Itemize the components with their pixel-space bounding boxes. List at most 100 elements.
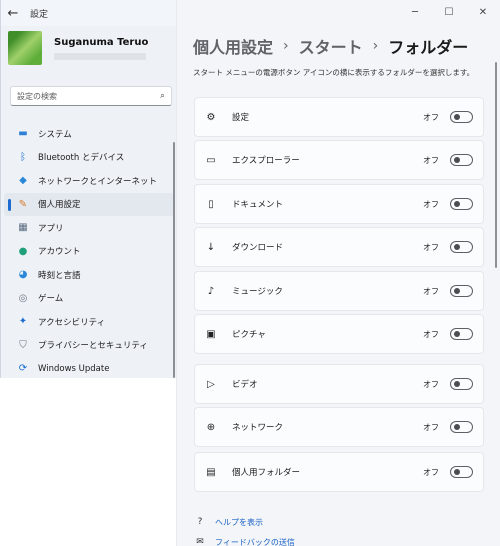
app-title: 設定 bbox=[30, 9, 49, 20]
toggle-knob bbox=[454, 381, 460, 387]
title-bar: ← 設定 ─ ☐ ✕ bbox=[0, 0, 500, 26]
search-icon: ⌕ bbox=[159, 91, 165, 101]
folder-toggle[interactable] bbox=[450, 466, 473, 478]
sidebar-item-label: アカウント bbox=[38, 247, 81, 258]
sidebar-item-label: Bluetooth とデバイス bbox=[38, 153, 125, 164]
folder-label: ミュージック bbox=[232, 287, 283, 297]
picture-icon: ▣ bbox=[206, 328, 216, 340]
folder-label: ドキュメント bbox=[232, 200, 284, 210]
help-links: ? ヘルプを表示 ✉ フィードバックの送信 bbox=[194, 512, 295, 546]
bluetooth-icon: ᛒ bbox=[20, 151, 26, 163]
close-icon: ✕ bbox=[478, 6, 488, 18]
back-button[interactable]: ← bbox=[0, 0, 26, 26]
sidebar-item-account[interactable]: ● アカウント bbox=[4, 240, 174, 264]
folder-row-user-folder: ▤ 個人用フォルダー オフ bbox=[194, 452, 484, 492]
close-button[interactable]: ✕ bbox=[466, 0, 500, 24]
window-edge bbox=[0, 0, 1, 378]
help-link[interactable]: ? ヘルプを表示 bbox=[194, 512, 295, 532]
folder-row-document: ▯ ドキュメント オフ bbox=[194, 184, 484, 224]
minimize-button[interactable]: ─ bbox=[398, 0, 432, 24]
folder-toggle[interactable] bbox=[450, 378, 473, 390]
folder-label: 個人用フォルダー bbox=[232, 468, 301, 478]
folder-label: エクスプローラー bbox=[232, 156, 300, 166]
feedback-link[interactable]: ✉ フィードバックの送信 bbox=[194, 532, 295, 546]
breadcrumb-personalization[interactable]: 個人用設定 bbox=[193, 34, 273, 58]
download-icon: ↓ bbox=[206, 241, 216, 253]
sidebar-nav: ▬ システム ᛒ Bluetooth とデバイス ◆ ネットワークとインターネット ✎ 個人用… bbox=[4, 122, 174, 381]
folder-toggle[interactable] bbox=[450, 285, 473, 297]
search-placeholder: 設定の検索 bbox=[17, 91, 57, 101]
sidebar-item-label: ゲーム bbox=[38, 294, 64, 305]
sidebar-item-gamepad[interactable]: ◎ ゲーム bbox=[4, 287, 174, 311]
update-icon: ⟳ bbox=[18, 363, 28, 375]
folder-label: ダウンロード bbox=[232, 243, 284, 253]
toggle-state-text: オフ bbox=[423, 242, 439, 252]
toggle-state-text: オフ bbox=[423, 199, 439, 209]
sidebar-item-label: プライバシーとセキュリティ bbox=[38, 341, 148, 352]
folder-row-picture: ▣ ピクチャ オフ bbox=[194, 314, 484, 354]
folder-row-gear: ⚙ 設定 オフ bbox=[194, 97, 484, 137]
sidebar-item-label: アプリ bbox=[38, 223, 64, 234]
toggle-knob bbox=[454, 201, 460, 207]
folder-toggle[interactable] bbox=[450, 198, 473, 210]
sidebar-item-label: 個人用設定 bbox=[38, 200, 81, 211]
sidebar-item-update[interactable]: ⟳ Windows Update bbox=[4, 357, 174, 381]
avatar bbox=[8, 31, 42, 65]
sidebar-item-globe-clock[interactable]: ◕ 時刻と言語 bbox=[4, 263, 174, 287]
window-controls: ─ ☐ ✕ bbox=[398, 0, 500, 24]
folder-row-folder: ▭ エクスプローラー オフ bbox=[194, 140, 484, 180]
toggle-state-text: オフ bbox=[423, 286, 439, 296]
shield-icon: ⛉ bbox=[19, 339, 27, 351]
accessibility-icon: ✦ bbox=[18, 316, 28, 328]
sidebar-scrollbar[interactable] bbox=[173, 142, 175, 378]
gamepad-icon: ◎ bbox=[18, 292, 28, 304]
minimize-icon: ─ bbox=[411, 6, 419, 18]
user-profile[interactable]: Suganuma Teruo bbox=[8, 31, 148, 65]
toggle-knob bbox=[454, 331, 460, 337]
breadcrumb-separator: › bbox=[283, 38, 289, 54]
maximize-icon: ☐ bbox=[444, 6, 454, 18]
folder-row-download: ↓ ダウンロード オフ bbox=[194, 227, 484, 267]
sidebar-item-wifi[interactable]: ◆ ネットワークとインターネット bbox=[4, 169, 174, 193]
document-icon: ▯ bbox=[208, 198, 214, 210]
user-name: Suganuma Teruo bbox=[54, 36, 149, 48]
toggle-state-text: オフ bbox=[423, 467, 439, 477]
sidebar-item-label: システム bbox=[38, 129, 72, 140]
folder-icon: ▭ bbox=[206, 154, 216, 166]
folder-toggle[interactable] bbox=[450, 328, 473, 340]
sidebar-item-shield[interactable]: ⛉ プライバシーとセキュリティ bbox=[4, 334, 174, 358]
sidebar-item-system[interactable]: ▬ システム bbox=[4, 122, 174, 146]
sidebar-item-label: Windows Update bbox=[38, 363, 110, 374]
network-icon: ⊕ bbox=[206, 421, 216, 433]
content-scrollbar[interactable] bbox=[495, 62, 497, 268]
music-icon: ♪ bbox=[207, 285, 215, 297]
folder-toggle[interactable] bbox=[450, 421, 473, 433]
back-arrow-icon: ← bbox=[7, 5, 19, 21]
toggle-knob bbox=[454, 244, 460, 250]
folder-toggle[interactable] bbox=[450, 154, 473, 166]
search-input[interactable]: 設定の検索 ⌕ bbox=[10, 86, 172, 106]
maximize-button[interactable]: ☐ bbox=[432, 0, 466, 24]
desktop-area bbox=[0, 378, 176, 546]
sidebar-item-label: アクセシビリティ bbox=[38, 317, 106, 328]
gear-icon: ⚙ bbox=[206, 111, 216, 123]
folder-label: ネットワーク bbox=[232, 423, 284, 433]
folder-toggle[interactable] bbox=[450, 111, 473, 123]
sidebar-item-apps[interactable]: ▦ アプリ bbox=[4, 216, 174, 240]
account-icon: ● bbox=[18, 245, 28, 257]
toggle-state-text: オフ bbox=[423, 329, 439, 339]
breadcrumb-separator: › bbox=[372, 38, 379, 54]
sidebar-item-accessibility[interactable]: ✦ アクセシビリティ bbox=[4, 310, 174, 334]
folder-toggle[interactable] bbox=[450, 241, 473, 253]
wifi-icon: ◆ bbox=[19, 175, 27, 187]
sidebar-item-bluetooth[interactable]: ᛒ Bluetooth とデバイス bbox=[4, 146, 174, 170]
feedback-link-label: フィードバックの送信 bbox=[215, 537, 295, 546]
user-email-redacted bbox=[54, 52, 146, 60]
folder-label: 設定 bbox=[232, 113, 250, 123]
folder-row-music: ♪ ミュージック オフ bbox=[194, 271, 484, 311]
sidebar-item-brush[interactable]: ✎ 個人用設定 bbox=[4, 192, 174, 216]
breadcrumb-start[interactable]: スタート bbox=[299, 34, 363, 58]
breadcrumb: 個人用設定 › スタート › フォルダー bbox=[193, 34, 468, 58]
page-description: スタート メニューの電源ボタン アイコンの横に表示するフォルダーを選択します。 bbox=[193, 68, 475, 77]
toggle-knob bbox=[454, 114, 460, 120]
